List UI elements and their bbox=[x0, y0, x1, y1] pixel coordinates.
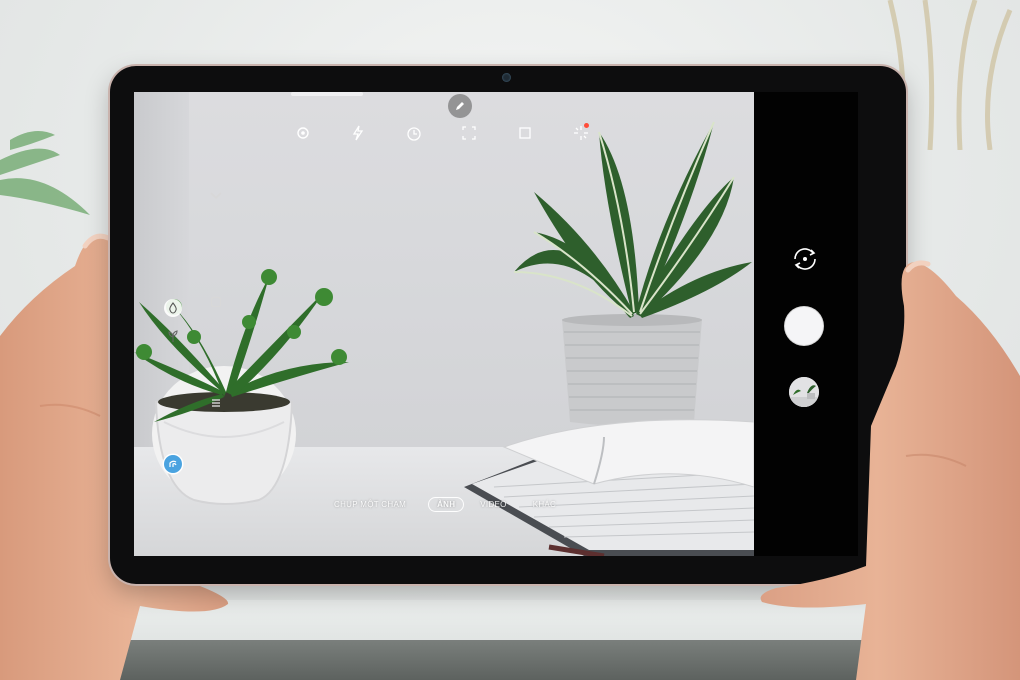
settings-icon[interactable] bbox=[292, 122, 314, 144]
mode-video[interactable]: VIDEO bbox=[480, 500, 506, 509]
square-icon[interactable] bbox=[209, 295, 223, 309]
mode-single-take[interactable]: CHỤP MỘT CHẠM bbox=[334, 500, 406, 509]
pull-handle[interactable] bbox=[291, 92, 363, 96]
aspect-ratio-icon[interactable] bbox=[458, 122, 480, 144]
right-hand bbox=[760, 260, 1020, 680]
new-feature-dot bbox=[584, 123, 589, 128]
viewfinder-scene bbox=[134, 121, 754, 556]
mode-photo[interactable]: ẢNH bbox=[428, 496, 465, 512]
menu-icon[interactable] bbox=[209, 396, 223, 410]
timer-icon[interactable] bbox=[403, 122, 425, 144]
camera-mode-selector: CHỤP MỘT CHẠM ẢNH VIDEO KHÁC bbox=[334, 493, 564, 515]
open-book bbox=[464, 419, 754, 556]
camera-app-screen: CHỤP MỘT CHẠM ẢNH VIDEO KHÁC bbox=[134, 92, 858, 556]
background-plant bbox=[0, 131, 90, 215]
quick-settings-bar bbox=[134, 92, 754, 146]
flash-icon[interactable] bbox=[347, 122, 369, 144]
filter-effects-icon[interactable] bbox=[570, 122, 592, 144]
camera-viewfinder[interactable]: CHỤP MỘT CHẠM ẢNH VIDEO KHÁC bbox=[134, 92, 754, 556]
edit-icon[interactable] bbox=[448, 94, 472, 118]
mode-more[interactable]: KHÁC bbox=[533, 500, 556, 509]
water-drop-icon[interactable] bbox=[164, 299, 182, 317]
picture-size-icon[interactable] bbox=[514, 122, 536, 144]
front-camera bbox=[502, 73, 511, 82]
plant-icon[interactable] bbox=[164, 327, 182, 345]
scene-optimizer-icon[interactable] bbox=[164, 455, 182, 473]
aglaonema-plant bbox=[513, 121, 752, 426]
chevron-down-icon[interactable] bbox=[208, 188, 224, 204]
